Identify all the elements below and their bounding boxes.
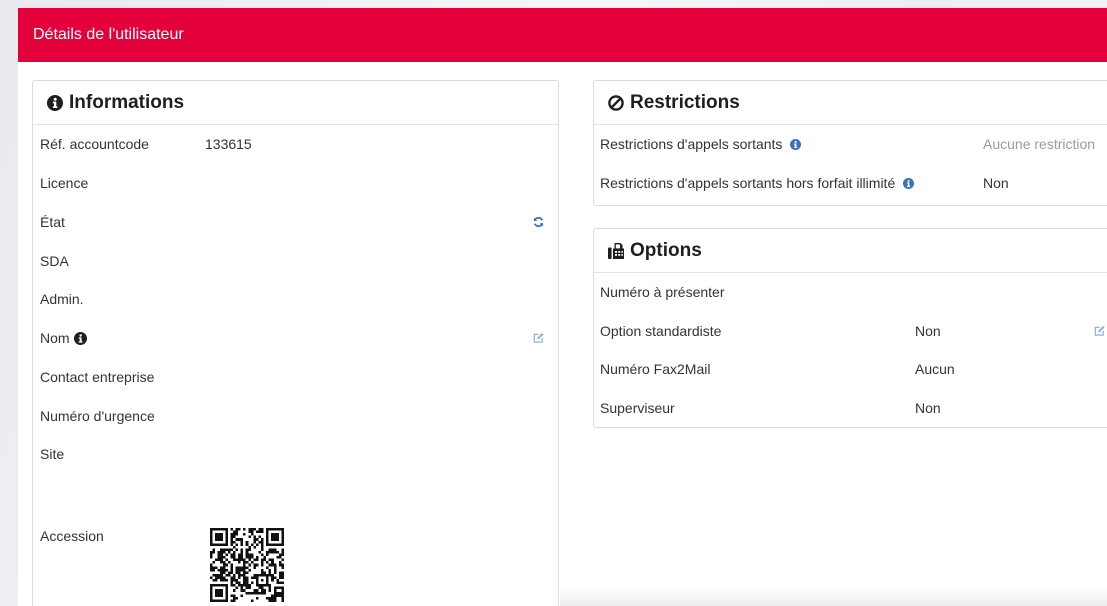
option-standardiste-value: Non <box>915 322 941 339</box>
restrictions-title: Restrictions <box>630 91 740 113</box>
site-label: Site <box>40 446 65 463</box>
page-header: Détails de l'utilisateur <box>18 8 1107 62</box>
option-standardiste-label: Option standardiste <box>600 322 722 339</box>
restrictions-hors-forfait-label: Restrictions d'appels sortants hors forf… <box>600 175 896 192</box>
licence-label: Licence <box>40 175 89 192</box>
row-numero-presenter: Numéro à présenter <box>594 273 1107 312</box>
nom-label: Nom <box>40 330 70 347</box>
fax2mail-label: Numéro Fax2Mail <box>600 361 711 378</box>
restrictions-header: Restrictions <box>594 81 1107 125</box>
row-site: Site <box>33 435 558 474</box>
restrictions-sortants-value: Aucune restriction <box>983 136 1096 153</box>
options-title: Options <box>630 239 702 261</box>
contact-label: Contact entreprise <box>40 368 155 385</box>
etat-label: État <box>40 213 65 230</box>
accountcode-label: Réf. accountcode <box>40 136 149 153</box>
informations-panel: Informations Réf. accountcode 133615 Lic… <box>32 80 559 606</box>
ban-icon <box>608 94 624 111</box>
row-etat: État <box>33 203 558 242</box>
sda-label: SDA <box>40 252 69 269</box>
options-header: Options <box>594 229 1107 273</box>
row-restrictions-hors-forfait: Restrictions d'appels sortants hors forf… <box>594 164 1107 203</box>
info-circle-icon[interactable] <box>790 138 802 150</box>
restrictions-hors-forfait-value: Non <box>983 175 1009 192</box>
options-panel: Options Numéro à présenter Option standa… <box>593 228 1107 428</box>
admin-label: Admin. <box>40 291 84 308</box>
nom-label-group: Nom <box>40 330 205 346</box>
informations-title: Informations <box>69 91 185 113</box>
restrictions-panel: Restrictions Restrictions d'appels sorta… <box>593 80 1107 206</box>
page-title: Détails de l'utilisateur <box>33 26 184 43</box>
fax2mail-value: Aucun <box>915 361 955 378</box>
row-sda: SDA <box>33 241 558 280</box>
row-licence: Licence <box>33 164 558 203</box>
accession-label: Accession <box>40 528 104 544</box>
numero-presenter-label: Numéro à présenter <box>600 284 725 301</box>
info-circle-icon[interactable] <box>903 177 915 189</box>
restrictions-sortants-label: Restrictions d'appels sortants <box>600 136 783 153</box>
restrictions-sortants-label-group: Restrictions d'appels sortants <box>600 136 983 152</box>
info-circle-icon <box>47 94 63 111</box>
bottom-shadow <box>560 588 1107 606</box>
row-option-standardiste: Option standardiste Non <box>594 312 1107 351</box>
refresh-icon[interactable] <box>533 216 544 227</box>
restrictions-hors-forfait-label-group: Restrictions d'appels sortants hors forf… <box>600 175 983 191</box>
row-accountcode: Réf. accountcode 133615 <box>33 125 558 164</box>
superviseur-label: Superviseur <box>600 399 675 416</box>
user-details-card: Détails de l'utilisateur Informations Ré… <box>18 8 1107 606</box>
edit-icon[interactable] <box>533 332 544 344</box>
row-fax2mail: Numéro Fax2Mail Aucun <box>594 350 1107 389</box>
qr-code-icon <box>210 528 284 602</box>
informations-header: Informations <box>33 81 558 125</box>
qr-modules <box>210 528 284 602</box>
row-restrictions-sortants: Restrictions d'appels sortants Aucune re… <box>594 125 1107 164</box>
row-admin: Admin. <box>33 280 558 319</box>
fax-icon <box>608 242 624 259</box>
row-superviseur: Superviseur Non <box>594 389 1107 428</box>
info-circle-icon[interactable] <box>73 331 87 345</box>
accountcode-value: 133615 <box>205 136 252 153</box>
urgence-label: Numéro d'urgence <box>40 407 155 424</box>
row-nom: Nom <box>33 319 558 358</box>
edit-icon[interactable] <box>1094 325 1105 336</box>
row-contact: Contact entreprise <box>33 358 558 397</box>
row-urgence: Numéro d'urgence <box>33 396 558 435</box>
qr-code-image <box>210 528 284 602</box>
row-accession: Accession <box>33 528 558 602</box>
superviseur-value: Non <box>915 399 941 416</box>
